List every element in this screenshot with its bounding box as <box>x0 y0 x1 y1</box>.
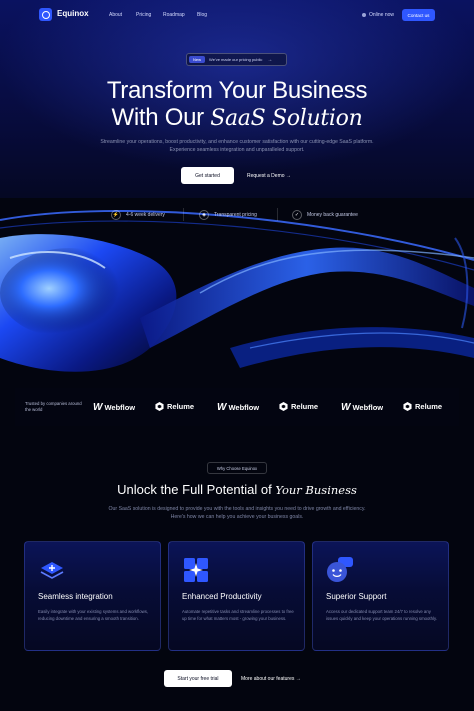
logo-relume: Relume <box>155 402 194 411</box>
card-title: Superior Support <box>326 592 387 601</box>
feature-divider <box>183 208 184 221</box>
hero-headline-italic: SaaS Solution <box>210 106 363 131</box>
logo-relume-text: Relume <box>415 402 443 411</box>
feature-pricing: ◈ Transparent pricing <box>199 210 257 220</box>
nav-link-pricing[interactable]: Pricing <box>136 12 151 18</box>
feature-divider <box>277 208 278 221</box>
webflow-logo-icon: W <box>341 402 351 413</box>
feature-pricing-label: Transparent pricing <box>214 212 257 218</box>
request-demo-link[interactable]: Request a Demo → <box>247 173 291 179</box>
contact-us-button[interactable]: Contact us <box>402 9 435 21</box>
logo-relume-text: Relume <box>167 402 195 411</box>
why-section-title: Unlock the Full Potential of Your Busine… <box>0 482 474 497</box>
logo-webflow-text: Webflow <box>352 403 384 412</box>
hero-headline-line2: With Our SaaS Solution <box>0 104 474 132</box>
card-text: Access our dedicated support team 24/7 t… <box>326 609 437 621</box>
announcement-text: We've made our pricing public <box>209 57 263 62</box>
hero-headline-plain: With Our <box>111 104 205 131</box>
card-text: Easily integrate with your existing syst… <box>38 609 149 621</box>
why-choose-pill: Why Choose Equinox <box>207 462 267 474</box>
start-free-trial-button[interactable]: Start your free trial <box>164 670 232 687</box>
status-dot-icon <box>362 13 366 17</box>
nav-link-roadmap[interactable]: Roadmap <box>163 12 185 18</box>
tag-icon: ◈ <box>199 210 209 220</box>
webflow-logo-icon: W <box>93 402 103 413</box>
logo-icon[interactable] <box>39 8 52 21</box>
card-title: Enhanced Productivity <box>182 592 262 601</box>
feature-delivery: ⚡ 4-6 week delivery <box>111 210 165 220</box>
stack-plus-icon <box>40 562 64 579</box>
nav-link-blog[interactable]: Blog <box>197 12 207 18</box>
announcement-pill[interactable]: New We've made our pricing public → <box>186 53 287 66</box>
top-navigation: Equinox About Pricing Roadmap Blog Onlin… <box>0 0 474 30</box>
logo-relume: Relume <box>403 402 442 411</box>
hero-subtext: Streamline your operations, boost produc… <box>100 139 374 153</box>
feature-card-support: Superior Support Access our dedicated su… <box>312 541 449 651</box>
logo-webflow: W Webflow <box>93 402 135 413</box>
get-started-button[interactable]: Get started <box>181 167 234 184</box>
feature-card-productivity: Enhanced Productivity Automate repetitiv… <box>168 541 305 651</box>
relume-logo-icon <box>279 402 288 411</box>
feature-delivery-label: 4-6 week delivery <box>126 212 165 218</box>
webflow-logo-icon: W <box>217 402 227 413</box>
arrow-right-icon: → <box>267 56 273 63</box>
brand-name[interactable]: Equinox <box>57 9 89 18</box>
shield-check-icon: ✓ <box>292 210 302 220</box>
feature-guarantee-label: Money back guarantee <box>307 212 358 218</box>
logo-webflow-text: Webflow <box>104 403 136 412</box>
logo-webflow-text: Webflow <box>228 403 260 412</box>
nav-link-about[interactable]: About <box>109 12 122 18</box>
online-status-label: Online now <box>369 12 395 18</box>
online-status: Online now <box>362 12 394 18</box>
card-text: Automate repetitive tasks and streamline… <box>182 609 294 621</box>
why-title-italic: Your Business <box>275 483 357 497</box>
landing-page: Equinox About Pricing Roadmap Blog Onlin… <box>0 0 474 711</box>
lightning-icon: ⚡ <box>111 210 121 220</box>
logo-relume: Relume <box>279 402 318 411</box>
why-section-subtext: Our SaaS solution is designed to provide… <box>108 506 366 520</box>
new-badge: New <box>189 56 206 63</box>
logo-relume-text: Relume <box>291 402 319 411</box>
trusted-by-label: Trusted by companies around the world <box>25 401 82 412</box>
logo-webflow: W Webflow <box>341 402 383 413</box>
more-features-link[interactable]: More about our features → <box>241 676 301 682</box>
card-title: Seamless integration <box>38 592 113 601</box>
hero-headline-line1: Transform Your Business <box>106 77 368 104</box>
feature-card-integration: Seamless integration Easily integrate wi… <box>24 541 161 651</box>
relume-logo-icon <box>155 402 164 411</box>
why-title-plain: Unlock the Full Potential of <box>117 482 272 497</box>
feature-guarantee: ✓ Money back guarantee <box>292 210 358 220</box>
support-chat-icon <box>327 557 353 582</box>
grid-sparkle-icon <box>184 558 208 582</box>
logo-webflow: W Webflow <box>217 402 259 413</box>
trusted-by-bar: Trusted by companies around the world W … <box>15 388 459 426</box>
relume-logo-icon <box>403 402 412 411</box>
